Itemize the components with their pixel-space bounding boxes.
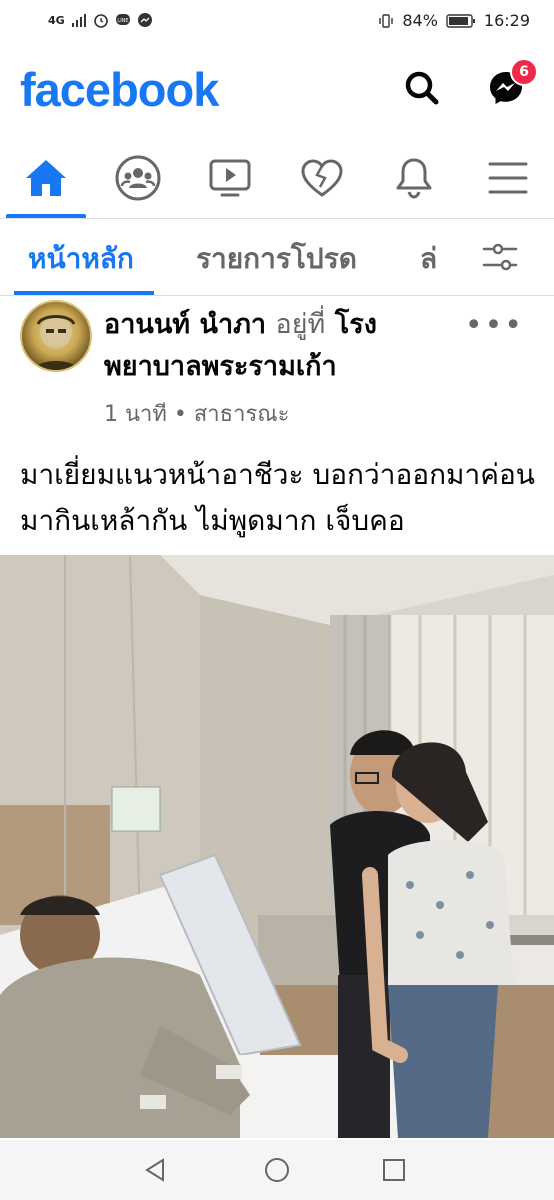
bell-icon: [396, 158, 432, 199]
clock: 16:29: [483, 11, 530, 30]
alarm-icon: [93, 14, 108, 28]
status-left: 4G LINE: [48, 12, 153, 28]
svg-text:LINE: LINE: [117, 18, 128, 24]
avatar-portrait-icon: [34, 315, 78, 370]
nav-groups[interactable]: [92, 138, 184, 218]
nav-menu[interactable]: [462, 138, 554, 218]
recents-button[interactable]: [378, 1154, 410, 1186]
post-text: มาเยี่ยมแนวหน้าอาชีวะ บอกว่าออกมาค่อนมาก…: [20, 458, 535, 537]
signal-icon: [71, 14, 86, 27]
post-photo[interactable]: [0, 555, 554, 1138]
vibrate-icon: [379, 13, 394, 28]
groups-icon: [115, 155, 161, 201]
back-icon: [145, 1158, 164, 1182]
post-time[interactable]: 1 นาที: [104, 402, 167, 427]
tab-favorites[interactable]: รายการโปรด: [196, 237, 357, 281]
battery-percent: 84%: [402, 11, 438, 30]
nav-notifications[interactable]: [368, 138, 460, 218]
meta-separator: •: [173, 402, 187, 427]
search-button[interactable]: [398, 64, 446, 112]
recents-icon: [383, 1159, 405, 1181]
privacy-label: สาธารณะ: [193, 402, 290, 427]
tab-home[interactable]: หน้าหลัก: [28, 237, 134, 281]
more-options-button[interactable]: •••: [465, 308, 524, 343]
nav-home[interactable]: [0, 138, 92, 218]
system-nav-bar: [0, 1140, 554, 1200]
tab-recent[interactable]: ล่: [420, 237, 437, 281]
at-label: อยู่ที่: [275, 309, 326, 340]
line-icon: LINE: [115, 14, 130, 25]
battery-icon: [446, 13, 475, 28]
menu-icon: [488, 162, 528, 194]
feed-tabs: หน้าหลัก รายการโปรด ล่: [0, 219, 554, 296]
filter-sliders-icon: [482, 243, 518, 271]
photo-hospital-room: [0, 555, 554, 1138]
main-nav: [0, 138, 554, 219]
avatar[interactable]: [20, 300, 92, 372]
messenger-button[interactable]: 6: [482, 58, 538, 112]
post-header: อานนท์ นำภา อยู่ที่ โรงพยาบาลพระรามเก้า …: [0, 296, 554, 436]
home-icon: [26, 160, 66, 196]
facebook-logo[interactable]: facebook: [20, 62, 219, 117]
search-icon: [405, 71, 439, 105]
nav-dating[interactable]: [276, 138, 368, 218]
watch-icon: [209, 159, 251, 197]
post-title: อานนท์ นำภา อยู่ที่ โรงพยาบาลพระรามเก้า: [104, 304, 444, 388]
nav-watch[interactable]: [184, 138, 276, 218]
dating-icon: [301, 159, 343, 197]
author-name[interactable]: อานนท์ นำภา: [104, 309, 266, 340]
status-bar: 4G LINE 84% 16:29: [0, 0, 554, 44]
messenger-notification-icon: [137, 13, 152, 27]
status-right: 84% 16:29: [378, 11, 530, 30]
home-circle-icon: [265, 1158, 289, 1182]
app-header: facebook 6: [0, 44, 554, 138]
messenger-badge: 6: [510, 58, 538, 86]
filter-button[interactable]: [482, 241, 518, 277]
active-tab-underline: [14, 291, 154, 295]
system-home-button[interactable]: [261, 1154, 293, 1186]
network-label: 4G: [48, 13, 65, 27]
back-button[interactable]: [140, 1154, 172, 1186]
post-meta: 1 นาที • สาธารณะ: [104, 396, 289, 431]
